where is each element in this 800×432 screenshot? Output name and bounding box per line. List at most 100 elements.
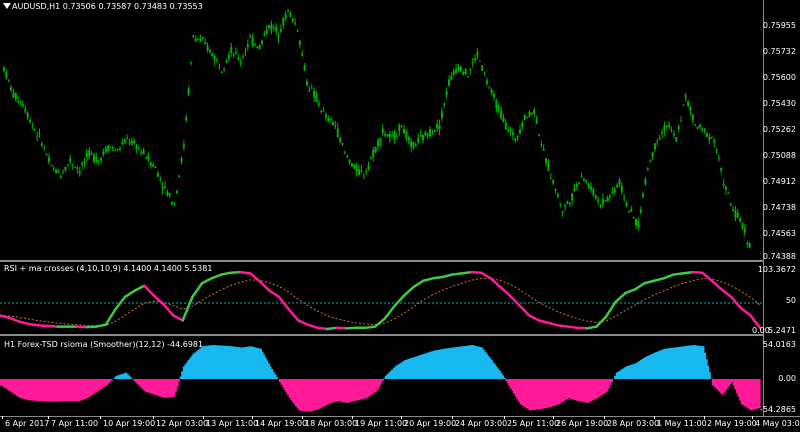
candle-body: [590, 186, 593, 190]
candle-body: [478, 60, 481, 62]
rsi-line-down-segment: [710, 279, 723, 291]
rsi-line-up-segment: [681, 270, 694, 275]
price-candles[interactable]: [0, 0, 764, 260]
candle-body: [218, 66, 221, 68]
price-tick: 0.75600: [762, 73, 796, 82]
candle-body: [171, 201, 174, 205]
candle-body: [367, 164, 370, 170]
rsi-line-up-segment: [364, 325, 377, 330]
rsi-lines[interactable]: [0, 262, 764, 334]
candle-body: [45, 154, 48, 156]
candle-body: [675, 136, 678, 142]
time-tick-mark: [452, 416, 453, 419]
rsi-line-up-segment: [441, 273, 454, 279]
candle-body: [625, 202, 628, 206]
candle-body: [613, 189, 616, 193]
candle-body: [545, 158, 548, 163]
rsioma-histogram[interactable]: [0, 338, 764, 416]
candle-body: [443, 103, 446, 105]
rsi-tick: 5.2471: [768, 326, 796, 335]
candle-body: [3, 67, 5, 71]
candle-body: [358, 169, 361, 176]
rsioma-negative-bar: [758, 379, 761, 408]
candle-body: [24, 109, 27, 112]
rsi-line-up-segment: [373, 317, 387, 328]
candle-body: [495, 100, 498, 109]
candle-body: [57, 171, 60, 173]
candle-body: [732, 209, 735, 212]
pane-divider[interactable]: [0, 334, 800, 336]
candle-body: [419, 135, 422, 137]
candle-body: [746, 242, 749, 244]
candle-body: [182, 144, 185, 148]
candle-body: [642, 193, 645, 197]
candle-body: [74, 167, 77, 169]
rsi-line-down-segment: [296, 319, 310, 326]
rsi-line-down-segment: [27, 322, 40, 327]
candle-body: [305, 81, 308, 85]
time-tick-mark: [203, 416, 204, 419]
rsi-line-down-segment: [335, 326, 348, 330]
candle-body: [92, 154, 95, 162]
candle-body: [566, 201, 569, 204]
candle-body: [19, 101, 22, 103]
candle-body: [672, 133, 675, 136]
candle-body: [261, 40, 264, 44]
time-tick-mark: [504, 416, 505, 419]
candle-body: [5, 71, 8, 78]
candle-body: [341, 143, 344, 145]
candle-body: [287, 9, 290, 11]
candle-body: [670, 129, 673, 131]
candle-body: [95, 157, 98, 163]
rsi-line-up-segment: [585, 325, 598, 330]
rsi-line-up-segment: [191, 281, 204, 299]
candle-body: [289, 13, 292, 18]
candle-body: [225, 61, 228, 63]
candle-body: [582, 179, 585, 181]
candle-body: [116, 148, 119, 150]
candle-body: [533, 109, 536, 114]
candle-body: [623, 197, 626, 199]
candle-body: [263, 33, 266, 36]
candle-body: [256, 46, 259, 48]
price-chart-pane[interactable]: AUDUSD,H1 0.73506 0.73587 0.73483 0.7355…: [0, 0, 764, 260]
candle-body: [69, 158, 72, 162]
price-tick: 0.75088: [762, 151, 796, 160]
candle-body: [682, 104, 685, 106]
candle-body: [668, 125, 671, 128]
candle-body: [111, 147, 114, 149]
candle-body: [81, 163, 84, 165]
candle-body: [114, 149, 117, 152]
rsi-line-down-segment: [566, 325, 579, 330]
time-label: 25 Apr 11:00: [507, 419, 560, 428]
candle-body: [568, 203, 571, 205]
candle-body: [452, 70, 455, 75]
price-axis[interactable]: 0.75955 0.75732 0.75600 0.75430 0.75262 …: [758, 0, 800, 416]
candle-body: [547, 163, 550, 172]
candle-body: [701, 128, 704, 131]
candle-body: [400, 126, 403, 128]
candle-body: [585, 180, 588, 182]
candle-body: [327, 117, 330, 121]
candle-body: [369, 157, 372, 159]
rsi-indicator-pane[interactable]: RSI + ma crosses (4,10,10,9) 4.1400 4.14…: [0, 262, 764, 334]
time-tick-mark: [302, 416, 303, 419]
candle-body: [230, 46, 233, 53]
candle-body: [291, 18, 294, 22]
rsi-line-up-segment: [604, 300, 617, 318]
candle-body: [282, 17, 285, 26]
candle-body: [599, 205, 602, 207]
rsi-line-up-segment: [633, 281, 646, 291]
candle-body: [26, 112, 29, 118]
candle-body: [485, 80, 488, 84]
rsi-line-up-segment: [643, 279, 656, 285]
time-label: 12 Apr 03:00: [156, 419, 209, 428]
rsi-line-down-segment: [489, 277, 502, 289]
candle-body: [528, 111, 531, 117]
rsi-line-down-segment: [739, 306, 752, 317]
candle-body: [573, 187, 576, 192]
rsioma-indicator-pane[interactable]: H1 Forex-TSD rsioma (Smoother)(12,12) -4…: [0, 338, 764, 416]
candle-body: [504, 122, 507, 130]
candle-body: [121, 142, 124, 145]
rsioma-positive-bar: [275, 376, 278, 379]
